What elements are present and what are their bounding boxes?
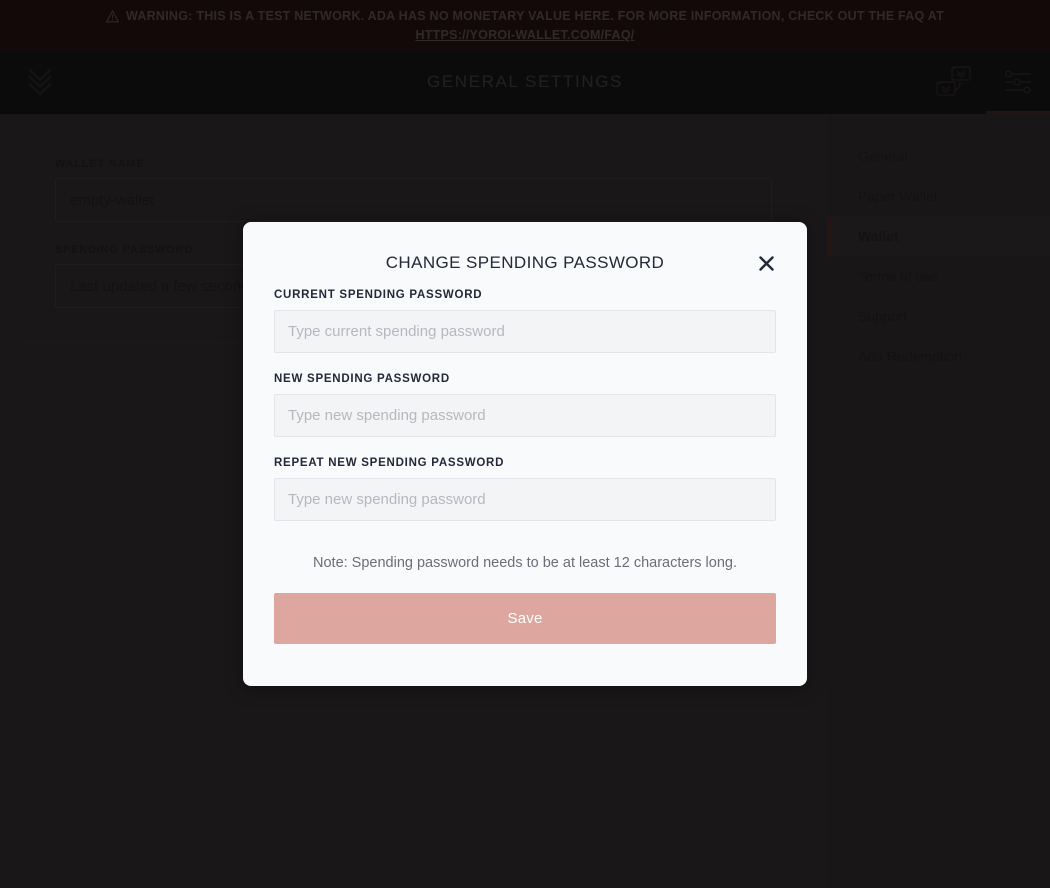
repeat-password-input[interactable] [274,478,776,521]
new-password-input[interactable] [274,394,776,437]
password-requirement-note: Note: Spending password needs to be at l… [313,555,737,571]
close-icon[interactable] [753,250,779,276]
current-password-field-group: CURRENT SPENDING PASSWORD [274,289,776,373]
app-root: WARNING: THIS IS A TEST NETWORK. ADA HAS… [0,0,1050,888]
new-password-label: NEW SPENDING PASSWORD [274,373,450,385]
change-spending-password-dialog: CHANGE SPENDING PASSWORD CURRENT SPENDIN… [243,222,807,686]
save-button[interactable]: Save [274,593,776,644]
repeat-password-label: REPEAT NEW SPENDING PASSWORD [274,457,505,469]
dialog-header: CHANGE SPENDING PASSWORD [274,244,776,282]
new-password-field-group: NEW SPENDING PASSWORD [274,373,776,457]
dialog-title: CHANGE SPENDING PASSWORD [385,253,665,272]
current-password-label: CURRENT SPENDING PASSWORD [274,289,483,301]
current-password-input[interactable] [274,310,776,353]
repeat-password-field-group: REPEAT NEW SPENDING PASSWORD [274,457,776,541]
